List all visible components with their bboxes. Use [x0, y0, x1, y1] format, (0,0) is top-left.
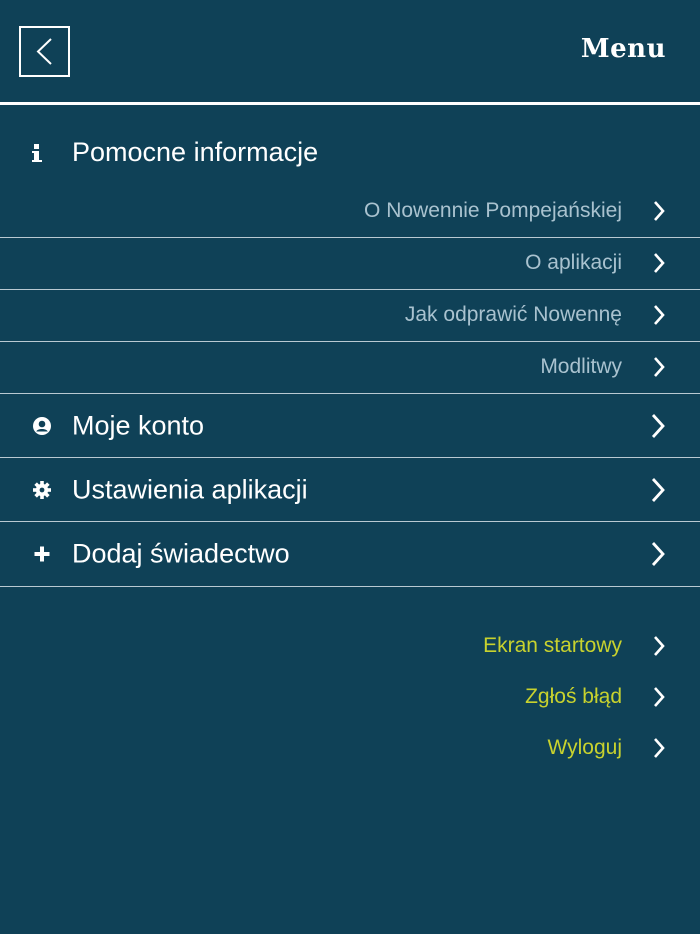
page-title: Menu: [580, 34, 666, 64]
chevron-right-icon: [651, 542, 665, 566]
section-helpful-info: Pomocne informacje: [0, 125, 700, 181]
link-label: Zgłoś błąd: [525, 685, 622, 708]
link-label: Ekran startowy: [483, 634, 622, 657]
menu-item-label: Moje konto: [72, 410, 205, 441]
header: Menu: [0, 0, 700, 103]
link-zglos-blad[interactable]: Zgłoś błąd: [0, 675, 700, 719]
info-icon: [32, 144, 42, 162]
section-title: Pomocne informacje: [72, 137, 319, 167]
link-label: Wyloguj: [547, 736, 622, 759]
menu-item-ustawienia[interactable]: Ustawienia aplikacji: [0, 458, 700, 522]
menu-item-dodaj-swiadectwo[interactable]: Dodaj świadectwo: [0, 522, 700, 586]
chevron-left-icon: [36, 38, 52, 65]
link-wyloguj[interactable]: Wyloguj: [0, 726, 700, 770]
chevron-right-icon: [654, 738, 665, 758]
plus-icon: [34, 546, 50, 562]
chevron-right-icon: [651, 478, 665, 502]
menu-item-label: Jak odprawić Nowennę: [404, 303, 622, 326]
divider: [0, 586, 700, 587]
menu-item-o-nowennie[interactable]: O Nowennie Pompejańskiej: [0, 185, 700, 237]
chevron-right-icon: [651, 414, 665, 438]
header-divider: [0, 102, 700, 105]
menu-item-label: Dodaj świadectwo: [72, 538, 290, 569]
back-button[interactable]: [19, 26, 70, 77]
gear-icon: [33, 481, 51, 499]
menu-item-label: Modlitwy: [540, 355, 622, 378]
menu-item-label: Ustawienia aplikacji: [72, 474, 308, 505]
menu-item-o-aplikacji[interactable]: O aplikacji: [0, 237, 700, 289]
chevron-right-icon: [654, 253, 665, 273]
chevron-right-icon: [654, 201, 665, 221]
menu-item-modlitwy[interactable]: Modlitwy: [0, 341, 700, 393]
chevron-right-icon: [654, 687, 665, 707]
menu-item-moje-konto[interactable]: Moje konto: [0, 394, 700, 458]
menu-item-label: O aplikacji: [525, 251, 622, 274]
chevron-right-icon: [654, 357, 665, 377]
chevron-right-icon: [654, 636, 665, 656]
menu-screen: Menu Pomocne informacje O Nowennie Pompe…: [0, 0, 700, 934]
user-icon: [33, 417, 51, 435]
link-ekran-startowy[interactable]: Ekran startowy: [0, 624, 700, 668]
menu-item-label: O Nowennie Pompejańskiej: [364, 199, 622, 222]
chevron-right-icon: [654, 305, 665, 325]
menu-item-jak-odprawic[interactable]: Jak odprawić Nowennę: [0, 289, 700, 341]
